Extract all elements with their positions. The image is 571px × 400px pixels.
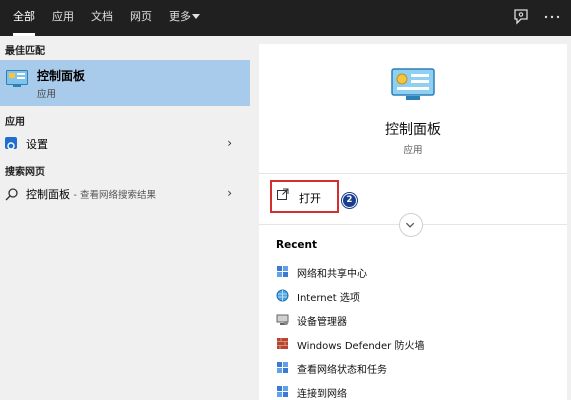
- chevron-right-icon[interactable]: ›: [227, 136, 232, 150]
- open-button[interactable]: 打开: [270, 180, 339, 213]
- search-filter-bar: 全部 应用 文档 网页 更多: [0, 0, 571, 36]
- recent-item[interactable]: 查看网络状态和任务: [276, 359, 556, 379]
- step-badge: 2: [343, 194, 356, 207]
- control-panel-icon: [6, 70, 28, 87]
- recent-item-label: 连接到网络: [297, 389, 347, 400]
- tab-apps[interactable]: 应用: [52, 0, 74, 36]
- chevron-down-icon: [192, 14, 200, 19]
- recent-item-label: 查看网络状态和任务: [297, 365, 387, 376]
- app-item-settings[interactable]: 设置 ›: [0, 133, 250, 155]
- web-search-hint: - 查看网络搜索结果: [73, 190, 156, 201]
- recent-item[interactable]: Windows Defender 防火墙: [276, 335, 556, 355]
- firewall-icon: [277, 338, 288, 349]
- best-match-item[interactable]: 控制面板 应用: [0, 60, 250, 106]
- best-match-title: 控制面板: [37, 69, 86, 83]
- control-panel-icon: [391, 68, 435, 100]
- best-match-heading: 最佳匹配: [5, 46, 45, 57]
- chevron-down-icon: [405, 222, 415, 228]
- recent-item[interactable]: 连接到网络: [276, 383, 556, 400]
- tab-web[interactable]: 网页: [130, 0, 152, 36]
- tab-more[interactable]: 更多: [169, 0, 191, 36]
- recent-item[interactable]: Internet 选项: [276, 287, 556, 307]
- recent-item-label: 网络和共享中心: [297, 269, 367, 280]
- recent-item[interactable]: 设备管理器: [276, 311, 556, 331]
- connect-network-icon: [277, 386, 288, 397]
- recent-item-label: Windows Defender 防火墙: [297, 341, 425, 352]
- best-match-subtitle: 应用: [37, 89, 57, 100]
- device-manager-icon: [276, 314, 289, 325]
- network-status-icon: [277, 362, 288, 373]
- tab-all[interactable]: 全部: [13, 0, 35, 36]
- web-search-heading: 搜索网页: [5, 167, 45, 178]
- web-search-label: 控制面板: [26, 188, 70, 201]
- more-options-icon[interactable]: [543, 8, 561, 26]
- search-icon: [5, 188, 18, 201]
- open-label: 打开: [299, 192, 321, 205]
- internet-options-icon: [276, 289, 289, 302]
- app-type: 应用: [403, 145, 423, 156]
- chevron-right-icon[interactable]: ›: [227, 186, 232, 200]
- recent-item[interactable]: 网络和共享中心: [276, 263, 556, 283]
- divider: [259, 173, 567, 174]
- open-icon: [277, 188, 289, 200]
- web-search-item[interactable]: 控制面板 - 查看网络搜索结果 ›: [0, 183, 250, 205]
- recent-item-label: 设备管理器: [297, 317, 347, 328]
- network-sharing-icon: [277, 266, 288, 277]
- feedback-icon[interactable]: [512, 8, 530, 26]
- results-pane: 最佳匹配 控制面板 应用 应用 设置 › 搜索网页 控制面板 - 查看网络搜索结…: [0, 36, 250, 400]
- apps-heading: 应用: [5, 117, 25, 128]
- app-title: 控制面板: [385, 122, 441, 138]
- tab-documents[interactable]: 文档: [91, 0, 113, 36]
- app-item-label: 设置: [26, 138, 48, 151]
- recent-heading: Recent: [276, 239, 318, 251]
- preview-pane: 控制面板 应用 打开 2 Recent 网络和共享中心 Internet 选项: [259, 44, 567, 400]
- expand-button[interactable]: [399, 213, 423, 237]
- settings-gear-icon: [5, 137, 17, 150]
- recent-item-label: Internet 选项: [297, 293, 360, 304]
